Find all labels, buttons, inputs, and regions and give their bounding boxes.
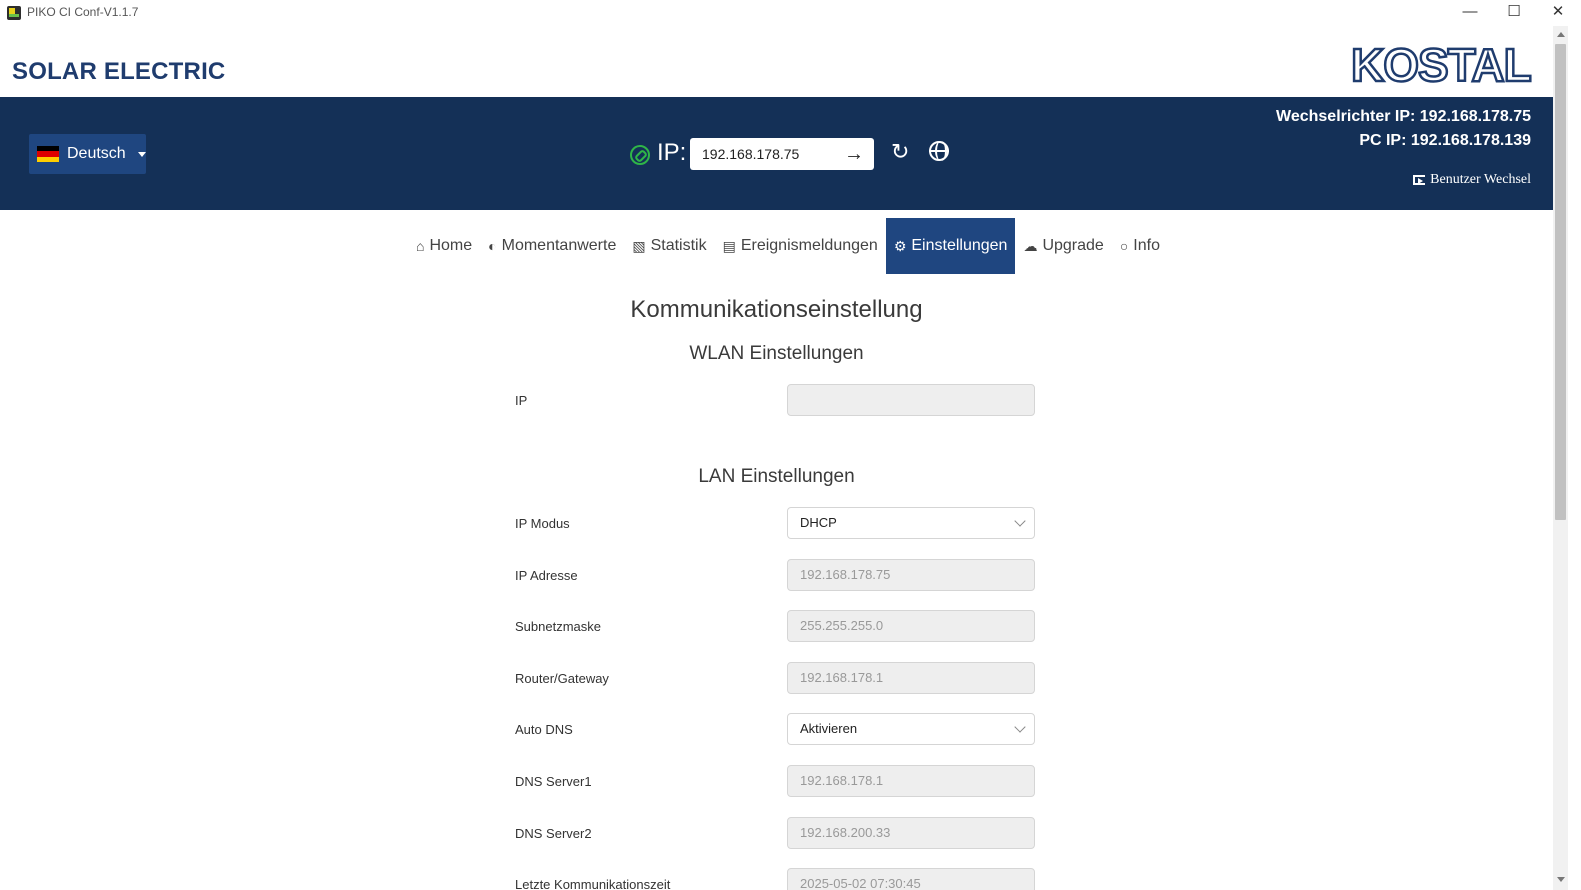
nav-label: Einstellungen bbox=[911, 237, 1008, 254]
dns1-field[interactable]: 192.168.178.1 bbox=[787, 765, 1035, 797]
brand-text: SOLAR ELECTRIC bbox=[12, 58, 226, 85]
title-bar: PIKO CI Conf-V1.1.7 — ☐ ✕ bbox=[0, 0, 1581, 26]
user-switch-link[interactable]: Benutzer Wechsel bbox=[1413, 172, 1531, 188]
ip-mode-select[interactable]: DHCP bbox=[787, 507, 1035, 539]
ip-address-field[interactable]: 192.168.178.75 bbox=[787, 559, 1035, 591]
caret-down-icon bbox=[137, 151, 146, 157]
nav-ereignismeldungen[interactable]: ▤ Ereignismeldungen bbox=[715, 218, 886, 274]
auto-dns-value: Aktivieren bbox=[800, 721, 858, 736]
vertical-scrollbar[interactable] bbox=[1553, 26, 1568, 890]
nav-label: Info bbox=[1133, 237, 1160, 254]
app-window: PIKO CI Conf-V1.1.7 — ☐ ✕ SOLAR ELECTRIC… bbox=[0, 0, 1581, 890]
ip-mode-value: DHCP bbox=[800, 515, 837, 530]
header-banner: Deutsch IP: → ↻ Wechselrichter IP: 192.1… bbox=[0, 97, 1553, 210]
user-switch-label: Benutzer Wechsel bbox=[1430, 172, 1531, 187]
maximize-button[interactable]: ☐ bbox=[1492, 0, 1536, 26]
scroll-down-icon[interactable] bbox=[1557, 877, 1565, 882]
dns1-label: DNS Server1 bbox=[515, 774, 592, 789]
window-title: PIKO CI Conf-V1.1.7 bbox=[27, 5, 139, 19]
connection-status-icon bbox=[630, 145, 650, 165]
auto-dns-label: Auto DNS bbox=[515, 722, 573, 737]
last-comm-field[interactable]: 2025-05-02 07:30:45 bbox=[787, 868, 1035, 890]
document-icon: ▤ bbox=[722, 237, 736, 254]
inverter-ip-text: Wechselrichter IP: 192.168.178.75 bbox=[1276, 108, 1531, 125]
lightbulb-icon: ○ bbox=[1119, 238, 1129, 254]
last-comm-label: Letzte Kommunikationszeit bbox=[515, 877, 671, 890]
dns2-label: DNS Server2 bbox=[515, 826, 592, 841]
chevron-down-icon bbox=[1014, 515, 1026, 527]
wlan-ip-field[interactable] bbox=[787, 384, 1035, 416]
arrow-right-icon[interactable]: → bbox=[843, 141, 865, 167]
close-button[interactable]: ✕ bbox=[1536, 0, 1580, 26]
refresh-icon[interactable]: ↻ bbox=[891, 141, 913, 163]
nav-home[interactable]: ⌂ Home bbox=[408, 218, 480, 274]
wlan-ip-label: IP bbox=[515, 393, 528, 408]
german-flag-icon bbox=[37, 146, 59, 162]
ip-mode-label: IP Modus bbox=[515, 516, 570, 531]
language-label: Deutsch bbox=[67, 145, 126, 162]
scroll-up-icon[interactable] bbox=[1557, 32, 1565, 37]
scroll-thumb[interactable] bbox=[1555, 44, 1566, 520]
nav-einstellungen[interactable]: ⚙ Einstellungen bbox=[885, 218, 1016, 274]
ip-address-label: IP Adresse bbox=[515, 568, 578, 583]
bar-chart-icon: ▧ bbox=[632, 237, 646, 254]
ip-label: IP: bbox=[657, 139, 687, 166]
app-icon bbox=[7, 6, 21, 20]
sign-out-icon bbox=[1413, 175, 1426, 185]
nav-upgrade[interactable]: ☁ Upgrade bbox=[1015, 218, 1111, 274]
gear-icon: ⚙ bbox=[893, 237, 907, 254]
nav-label: Momentanwerte bbox=[501, 237, 617, 254]
nav-statistik[interactable]: ▧ Statistik bbox=[624, 218, 714, 274]
nav-label: Statistik bbox=[650, 237, 707, 254]
globe-icon[interactable] bbox=[929, 141, 949, 161]
home-icon: ⌂ bbox=[416, 238, 425, 254]
pc-ip-text: PC IP: 192.168.178.139 bbox=[1359, 132, 1531, 149]
lan-heading: LAN Einstellungen bbox=[698, 466, 855, 487]
cloud-upload-icon: ☁ bbox=[1023, 237, 1038, 254]
main-nav: ⌂ Home ◐ Momentanwerte ▧ Statistik ▤ Ere… bbox=[408, 218, 1168, 274]
subnet-label: Subnetzmaske bbox=[515, 619, 601, 634]
nav-label: Home bbox=[429, 237, 473, 254]
wlan-heading: WLAN Einstellungen bbox=[689, 343, 864, 364]
chevron-down-icon bbox=[1014, 721, 1026, 733]
auto-dns-select[interactable]: Aktivieren bbox=[787, 713, 1035, 745]
nav-label: Upgrade bbox=[1042, 237, 1104, 254]
dns2-field[interactable]: 192.168.200.33 bbox=[787, 817, 1035, 849]
subnet-field[interactable]: 255.255.255.0 bbox=[787, 610, 1035, 642]
nav-momentanwerte[interactable]: ◐ Momentanwerte bbox=[480, 218, 624, 274]
nav-info[interactable]: ○ Info bbox=[1112, 218, 1168, 274]
page-title: Kommunikationseinstellung bbox=[630, 296, 923, 323]
gateway-label: Router/Gateway bbox=[515, 671, 609, 686]
kostal-logo: KOSTAL bbox=[1350, 38, 1533, 93]
nav-label: Ereignismeldungen bbox=[740, 237, 878, 254]
minimize-button[interactable]: — bbox=[1448, 0, 1492, 26]
language-dropdown[interactable]: Deutsch bbox=[29, 134, 146, 174]
gateway-field[interactable]: 192.168.178.1 bbox=[787, 662, 1035, 694]
dashboard-icon: ◐ bbox=[488, 238, 497, 254]
